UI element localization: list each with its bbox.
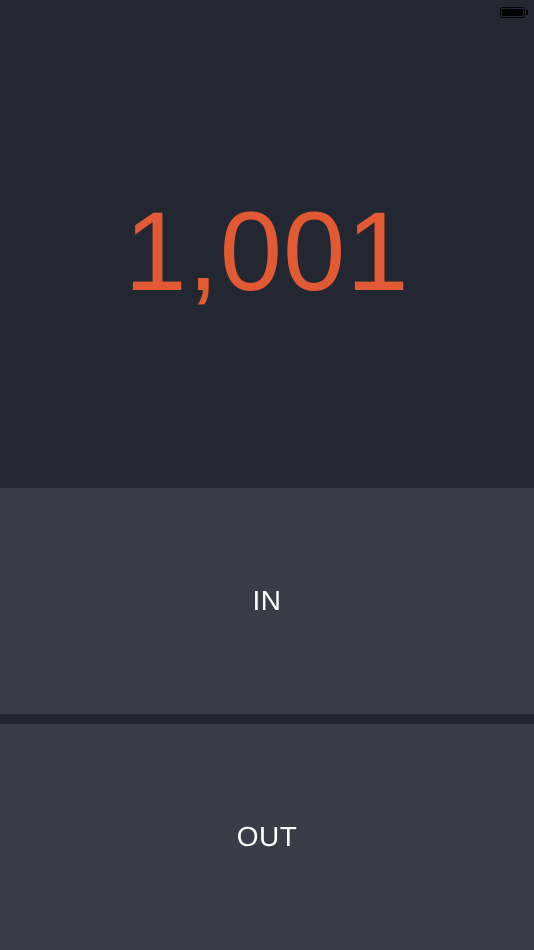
in-button[interactable]: IN xyxy=(0,488,534,714)
counter-display: 1,001 xyxy=(0,0,534,488)
out-button[interactable]: OUT xyxy=(0,724,534,950)
counter-screen: 1,001 IN OUT xyxy=(0,0,534,950)
out-button-label: OUT xyxy=(236,821,298,852)
in-button-label: IN xyxy=(252,585,282,616)
counter-value: 1,001 xyxy=(124,189,410,314)
